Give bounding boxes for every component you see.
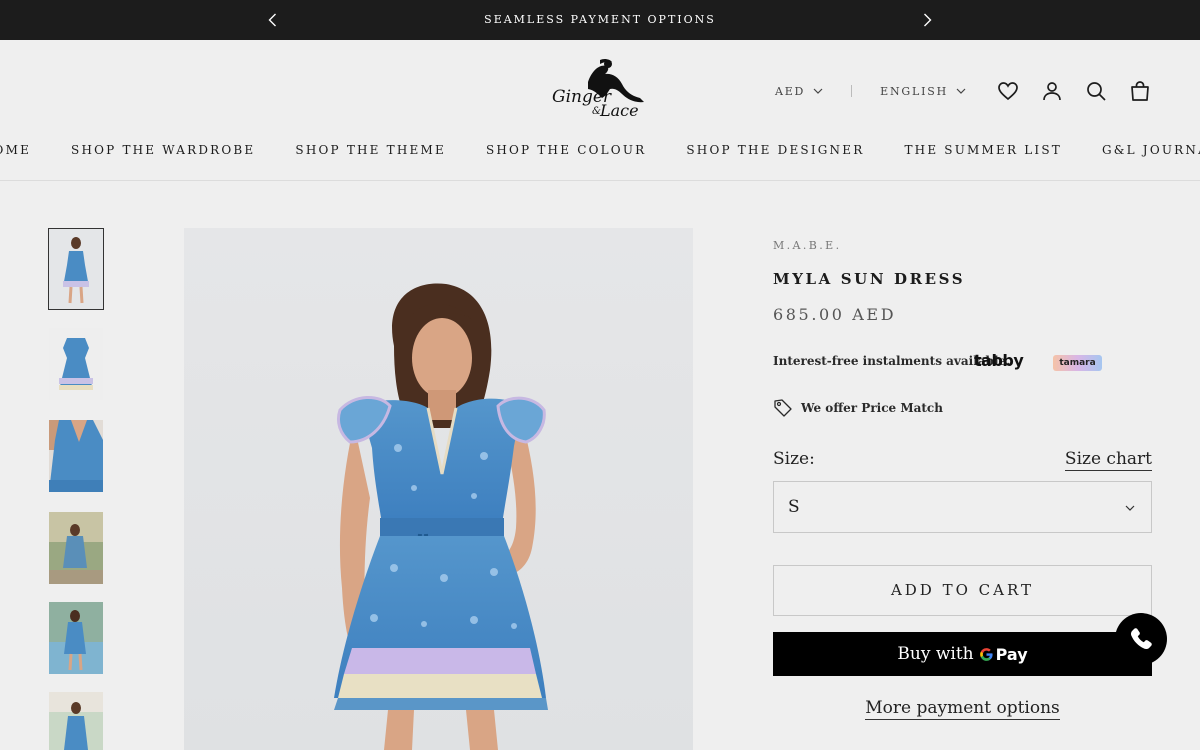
gpay-buy-with: Buy with <box>897 644 974 664</box>
thumbnail-4[interactable] <box>49 512 103 584</box>
product-title: MYLA SUN DRESS <box>773 270 966 288</box>
nav-item-home[interactable]: HOME <box>0 143 31 157</box>
product-thumbnail-image <box>49 420 103 492</box>
cart-button[interactable] <box>1128 79 1152 103</box>
announcement-message: SEAMLESS PAYMENT OPTIONS <box>484 13 716 26</box>
language-selector[interactable]: ENGLISH <box>880 85 966 98</box>
announcement-bar: SEAMLESS PAYMENT OPTIONS <box>0 0 1200 40</box>
announcement-next-button[interactable] <box>917 10 937 30</box>
search-button[interactable] <box>1084 79 1108 103</box>
header-utilities: AED ENGLISH <box>775 78 1152 104</box>
more-payment-options-link[interactable]: More payment options <box>773 698 1152 720</box>
thumbnail-5[interactable] <box>49 602 103 674</box>
wishlist-button[interactable] <box>996 79 1020 103</box>
main-navigation: HOME SHOP THE WARDROBE SHOP THE THEME SH… <box>0 143 1200 157</box>
chevron-down-icon <box>956 88 966 94</box>
product-price: 685.00 AED <box>773 305 897 324</box>
nav-item-shop-the-colour[interactable]: SHOP THE COLOUR <box>486 143 646 157</box>
phone-icon <box>1130 628 1152 650</box>
size-select-value: S <box>788 497 800 517</box>
nav-item-the-summer-list[interactable]: THE SUMMER LIST <box>904 143 1062 157</box>
chevron-right-icon <box>924 13 932 27</box>
currency-value: AED <box>774 84 806 98</box>
svg-text:Lace: Lace <box>599 101 639 120</box>
tag-icon <box>774 399 792 417</box>
currency-selector[interactable]: AED <box>775 85 823 98</box>
product-photo <box>334 283 548 750</box>
add-to-cart-button[interactable]: ADD TO CART <box>773 565 1152 616</box>
site-header: Ginger & Lace AED ENGLISH HOME SHOP THE … <box>0 40 1200 181</box>
nav-item-shop-the-theme[interactable]: SHOP THE THEME <box>295 143 446 157</box>
thumbnail-1[interactable] <box>48 228 104 310</box>
ginger-lace-logo: Ginger & Lace <box>552 58 644 120</box>
more-payment-options-label: More payment options <box>865 698 1060 720</box>
heart-icon <box>998 82 1018 101</box>
product-thumbnail-image <box>49 692 103 750</box>
product-thumbnail-image <box>49 328 103 400</box>
site-logo[interactable]: Ginger & Lace <box>548 56 652 122</box>
google-g-icon <box>979 647 993 661</box>
chevron-down-icon <box>813 88 823 94</box>
search-icon <box>1087 82 1106 101</box>
chevron-down-icon <box>1125 505 1135 511</box>
bag-icon <box>1131 81 1149 101</box>
product-thumbnail-image <box>49 229 103 309</box>
price-match-text: We offer Price Match <box>801 401 943 415</box>
product-vendor[interactable]: M.A.B.E. <box>773 239 842 252</box>
language-value: ENGLISH <box>880 84 948 98</box>
product-main-image[interactable] <box>184 228 693 750</box>
gpay-mark: Pay <box>979 645 1028 664</box>
google-pay-button[interactable]: Buy with Pay <box>773 632 1152 676</box>
thumbnail-6[interactable] <box>49 692 103 750</box>
nav-item-gl-journal[interactable]: G&L JOURNAL <box>1102 143 1200 157</box>
size-label: Size: <box>773 449 815 469</box>
product-thumbnail-image <box>49 512 103 584</box>
account-button[interactable] <box>1040 79 1064 103</box>
gpay-pay: Pay <box>995 644 1028 664</box>
tamara-logo[interactable]: tamara <box>1053 355 1102 371</box>
size-chart-link[interactable]: Size chart <box>1064 449 1152 471</box>
divider <box>851 85 853 97</box>
thumbnail-3[interactable] <box>49 420 103 492</box>
nav-item-shop-the-designer[interactable]: SHOP THE DESIGNER <box>686 143 864 157</box>
nav-item-shop-the-wardrobe[interactable]: SHOP THE WARDROBE <box>71 143 255 157</box>
call-button[interactable] <box>1115 613 1167 665</box>
price-match: We offer Price Match <box>773 398 943 418</box>
size-select[interactable]: S <box>773 481 1152 533</box>
product-thumbnail-image <box>49 602 103 674</box>
user-icon <box>1043 82 1061 101</box>
tabby-logo[interactable]: tabby <box>974 351 1024 370</box>
thumbnail-2[interactable] <box>49 328 103 400</box>
